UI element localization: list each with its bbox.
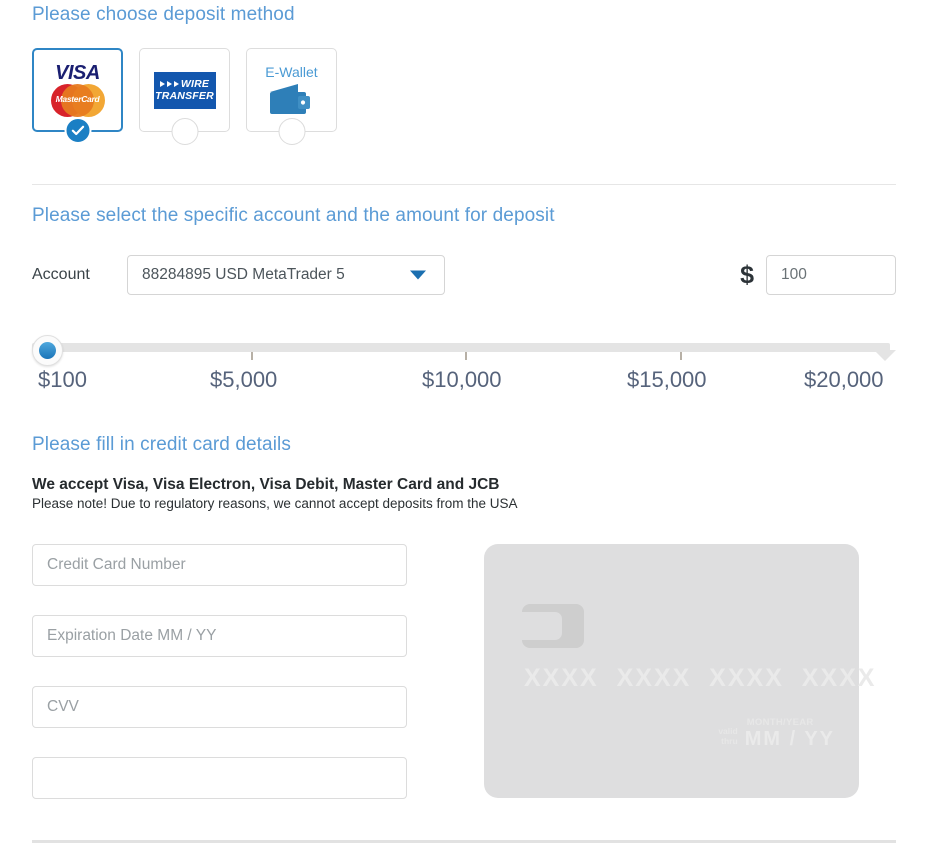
account-select-value: 88284895 USD MetaTrader 5: [142, 266, 345, 283]
card-preview-wrap: XXXX XXXX XXXX XXXX valid thru MONTH/YEA…: [484, 544, 874, 799]
slider-label-5: $20,000: [804, 367, 884, 392]
slider-label-1: $100: [38, 367, 87, 392]
valid-thru-line-2: thru: [721, 735, 738, 746]
expiry-placeholder: MM / YY: [744, 728, 835, 750]
slider-label-4: $15,000: [627, 367, 707, 392]
radio-credit-card[interactable]: [64, 117, 91, 144]
check-icon: [71, 125, 84, 136]
chevron-down-icon: [410, 270, 426, 280]
card-chip-icon: [522, 604, 584, 648]
triangle-icon: [173, 81, 179, 87]
slider-labels: $100 $5,000 $10,000 $15,000 $20,000: [32, 367, 896, 401]
wire-transfer-icon: WIRE TRANSFER: [153, 71, 216, 109]
slider-label-2: $5,000: [210, 367, 278, 392]
valid-thru-label: valid thru: [718, 726, 738, 750]
card-number-placeholder: XXXX XXXX XXXX XXXX: [524, 664, 877, 692]
deposit-method-list: VISA MasterCard WIRE TRANSFER E-Wallet: [32, 48, 896, 145]
currency-symbol: $: [740, 260, 754, 289]
deposit-method-wire-transfer[interactable]: WIRE TRANSFER: [139, 48, 230, 145]
credit-card-body: XXXX XXXX XXXX XXXX valid thru MONTH/YEA…: [32, 544, 896, 799]
regulatory-note-text: Please note! Due to regulatory reasons, …: [32, 496, 518, 511]
wire-transfer-line-2: TRANSFER: [155, 90, 214, 102]
card-expiry-group: valid thru MONTH/YEAR MM / YY: [718, 717, 835, 750]
slider-track-wrap[interactable]: [32, 335, 896, 366]
month-year-label: MONTH/YEAR: [746, 717, 814, 728]
deposit-method-heading: Please choose deposit method: [32, 4, 295, 25]
amount-group: $: [740, 255, 896, 295]
triangle-icon: [159, 81, 165, 87]
deposit-page: Please choose deposit method VISA Master…: [0, 0, 942, 848]
visa-wordmark: VISA: [55, 62, 100, 84]
slider-handle[interactable]: [32, 335, 63, 366]
divider-top: [32, 184, 896, 185]
credit-card-number-input[interactable]: [32, 544, 407, 586]
slider-tick: [251, 352, 253, 360]
radio-wire-transfer[interactable]: [171, 118, 198, 145]
credit-card-heading: Please fill in credit card details: [32, 434, 291, 455]
deposit-method-section: Please choose deposit method VISA Master…: [32, 4, 896, 145]
visa-mastercard-logo: VISA MasterCard: [47, 63, 109, 117]
expiry-stack: MONTH/YEAR MM / YY: [745, 717, 835, 750]
slider-tick: [465, 352, 467, 360]
deposit-method-credit-card[interactable]: VISA MasterCard: [32, 48, 123, 144]
wire-transfer-line-1: WIRE: [180, 78, 210, 90]
deposit-method-e-wallet[interactable]: E-Wallet: [246, 48, 337, 145]
credit-card-preview: XXXX XXXX XXXX XXXX valid thru MONTH/YEA…: [484, 544, 874, 798]
account-label: Account: [32, 266, 90, 283]
radio-e-wallet[interactable]: [278, 118, 305, 145]
accepted-cards-text: We accept Visa, Visa Electron, Visa Debi…: [32, 476, 500, 493]
amount-input[interactable]: [766, 255, 896, 295]
triangle-icon: [166, 81, 172, 87]
slider-handle-dot: [39, 342, 56, 359]
amount-slider-section: $100 $5,000 $10,000 $15,000 $20,000: [32, 335, 896, 401]
mastercard-icon: MasterCard: [50, 84, 105, 117]
wallet-icon: [270, 84, 311, 114]
slider-endcap-marker: [874, 350, 896, 361]
slider-label-3: $10,000: [422, 367, 502, 392]
divider-bottom: [32, 840, 896, 843]
e-wallet-group: E-Wallet: [265, 63, 318, 117]
e-wallet-label: E-Wallet: [265, 64, 318, 80]
credit-card-fields: [32, 544, 407, 799]
account-select[interactable]: 88284895 USD MetaTrader 5: [127, 255, 445, 295]
expiration-date-input[interactable]: [32, 615, 407, 657]
slider-track[interactable]: [32, 343, 890, 352]
account-row: Account 88284895 USD MetaTrader 5 $: [32, 255, 896, 295]
credit-card-section: Please fill in credit card details We ac…: [32, 434, 896, 799]
slider-tick: [680, 352, 682, 360]
account-amount-section: Please select the specific account and t…: [32, 205, 896, 295]
cvv-input[interactable]: [32, 686, 407, 728]
mastercard-wordmark: MasterCard: [55, 94, 100, 104]
cardholder-name-input[interactable]: [32, 757, 407, 799]
wire-transfer-row-1: WIRE: [159, 78, 210, 90]
account-section-heading: Please select the specific account and t…: [32, 205, 555, 226]
